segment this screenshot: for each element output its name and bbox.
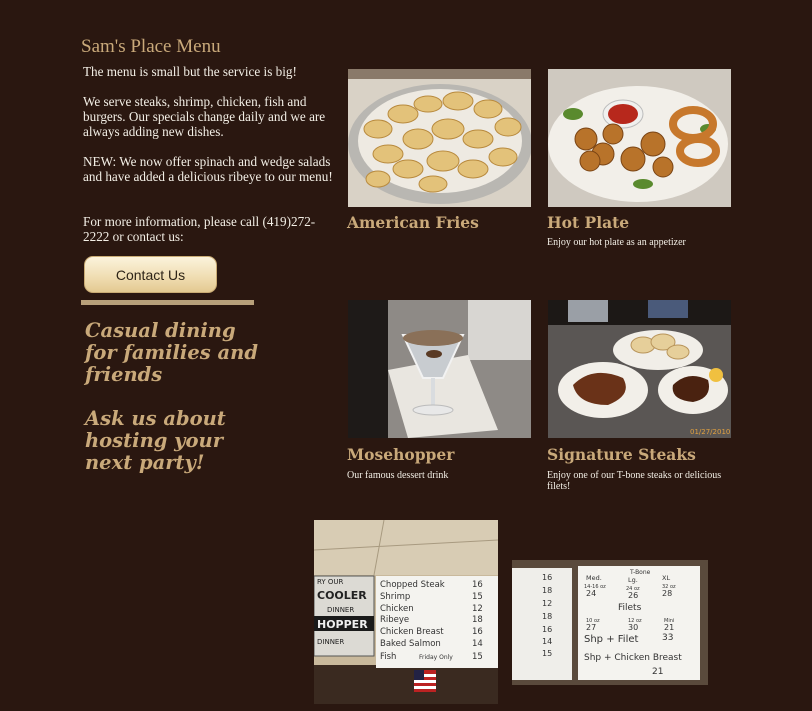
board-price: 12 — [472, 604, 483, 614]
board-price: 14 — [542, 637, 552, 646]
board-note: Friday Only — [419, 654, 453, 661]
info-text: For more information, please call (419)2… — [83, 214, 316, 244]
board-price: 26 — [628, 591, 638, 600]
menu-item-description: Our famous dessert drink — [347, 470, 449, 481]
menu-item-name[interactable]: American Fries — [347, 213, 479, 232]
board-item: Chicken — [380, 604, 414, 614]
board-price: 16 — [472, 627, 483, 637]
board-item: Fish — [380, 652, 396, 662]
photo-date-stamp: 01/27/2010 — [690, 428, 730, 436]
board-price: 24 — [586, 589, 596, 598]
board-item: Shrimp — [380, 592, 410, 602]
contact-us-button[interactable]: Contact Us — [84, 256, 217, 293]
sign-line: HOPPER — [317, 618, 368, 631]
board-price: 12 — [542, 599, 552, 608]
divider — [81, 300, 254, 305]
board-price: 15 — [472, 592, 483, 602]
sign-line: COOLER — [317, 589, 367, 602]
board-item: Baked Salmon — [380, 639, 441, 649]
flag-icon — [414, 670, 436, 692]
page-title: Sam's Place Menu — [81, 36, 221, 57]
board-price: 21 — [652, 667, 663, 677]
board-filets-label: Filets — [618, 603, 642, 613]
menu-item-name[interactable]: Signature Steaks — [547, 445, 696, 464]
sign-line: DINNER — [317, 638, 344, 646]
slogan-casual-dining: Casual dining for families and friends — [85, 319, 258, 386]
american-fries-photo[interactable] — [348, 69, 531, 207]
menu-item-description: Enjoy our hot plate as an appetizer — [547, 237, 686, 248]
board-price: 28 — [662, 589, 672, 598]
board-header: T-Bone — [629, 569, 651, 576]
board-size: Med. — [586, 574, 602, 582]
menu-item-name[interactable]: Mosehopper — [347, 445, 454, 464]
intro-text: The menu is small but the service is big… — [83, 64, 297, 79]
board-price: 30 — [628, 623, 638, 632]
menu-board-photo-left[interactable]: RY OUR COOLER DINNER HOPPER DINNER Chopp… — [314, 520, 498, 704]
menu-item-description: Enjoy one of our T-bone steaks or delici… — [547, 470, 722, 492]
board-size: XL — [662, 574, 670, 582]
slogan-parties: Ask us about hosting your next party! — [85, 407, 226, 474]
board-combo: Shp + Filet — [584, 634, 639, 645]
board-price: 27 — [586, 623, 596, 632]
board-item: Ribeye — [380, 615, 409, 625]
board-size: Lg. — [628, 576, 638, 584]
sign-line: RY OUR — [317, 578, 344, 586]
board-price: 18 — [472, 615, 483, 625]
board-item: Chicken Breast — [380, 627, 444, 637]
hot-plate-photo[interactable] — [548, 69, 731, 207]
board-price: 14 — [472, 639, 483, 649]
mosehopper-photo[interactable] — [348, 300, 531, 438]
board-price: 16 — [542, 625, 552, 634]
board-combo: Shp + Chicken Breast — [584, 653, 682, 663]
board-price: 15 — [542, 649, 552, 658]
sign-line: DINNER — [327, 606, 354, 614]
board-price: 21 — [664, 623, 674, 632]
board-price: 18 — [542, 586, 552, 595]
board-price: 16 — [472, 580, 483, 590]
board-price: 33 — [662, 633, 673, 643]
menu-item-name[interactable]: Hot Plate — [547, 213, 629, 232]
board-price: 15 — [472, 652, 483, 662]
serve-text: We serve steaks, shrimp, chicken, fish a… — [83, 94, 326, 139]
menu-board-photo-right[interactable]: 16 18 12 18 16 14 15 T-Bone Med. Lg. XL … — [512, 560, 708, 685]
board-price: 16 — [542, 573, 552, 582]
board-price: 18 — [542, 612, 552, 621]
new-items-text: NEW: We now offer spinach and wedge sala… — [83, 154, 333, 184]
board-item: Chopped Steak — [380, 580, 445, 590]
signature-steaks-photo[interactable]: 01/27/2010 — [548, 300, 731, 438]
